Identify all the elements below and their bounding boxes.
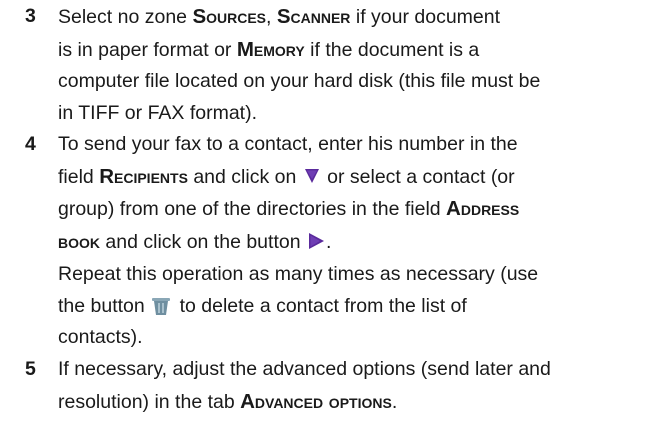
text-run: .: [391, 390, 398, 413]
text-line: group) from one of the directories in th…: [58, 193, 654, 226]
text-line: resolution) in the tab Advanced options.: [58, 386, 654, 419]
step-number: 4: [25, 133, 36, 155]
text-run: to delete a contact from the list of: [174, 294, 467, 317]
text-run: if your document: [350, 6, 501, 28]
text-run: and click on the button: [100, 231, 306, 254]
text-run: or select a contact (or: [321, 165, 515, 188]
text-run: Select no zone: [58, 6, 193, 28]
text-line: Select no zone Sources, Scanner if your …: [58, 1, 654, 34]
down-triangle-icon: [302, 167, 322, 185]
text-run: ,: [266, 6, 277, 28]
field-recipients-label: Recipients: [99, 164, 188, 188]
text-run: if the document is a: [304, 38, 480, 61]
zone-sources-label: Sources: [192, 5, 267, 28]
text-run: is in paper format or: [58, 38, 237, 61]
text-line: field Recipients and click on or select …: [58, 161, 654, 194]
text-run: and click on: [187, 165, 302, 188]
text-line: computer file located on your hard disk …: [58, 70, 541, 93]
text-line: is in paper format or Memory if the docu…: [58, 34, 654, 67]
document-page: 3 Select no zone Sources, Scanner if you…: [0, 0, 658, 432]
text-line: Repeat this operation as many times as n…: [58, 262, 539, 285]
text-run: group) from one of the directories in th…: [58, 198, 447, 221]
step-text: Select no zone Sources, Scanner if your …: [58, 1, 654, 130]
text-line: contacts).: [58, 326, 143, 349]
text-line: To send your fax to a contact, enter his…: [58, 133, 518, 155]
text-run: resolution) in the tab: [58, 390, 241, 413]
step-text: To send your fax to a contact, enter his…: [58, 129, 654, 354]
text-line: book and click on the button .: [58, 226, 654, 259]
trash-bin-icon: [150, 296, 174, 315]
text-run: the button: [58, 294, 151, 317]
field-book-label: book: [58, 230, 100, 254]
tab-advanced-options-label: Advanced options: [240, 389, 392, 413]
text-line: in TIFF or FAX format).: [58, 102, 258, 125]
zone-scanner-label: Scanner: [276, 5, 351, 28]
text-line: the button to delete a contact from the …: [58, 291, 654, 323]
step-text: If necessary, adjust the advanced option…: [58, 354, 654, 418]
text-line: If necessary, adjust the advanced option…: [58, 358, 551, 380]
step-number: 5: [25, 358, 36, 380]
right-triangle-icon: [306, 232, 326, 250]
text-run: .: [325, 231, 332, 254]
zone-memory-label: Memory: [236, 37, 305, 61]
text-run: field: [58, 165, 100, 188]
field-address-label: Address: [446, 197, 520, 221]
step-number: 3: [25, 5, 36, 27]
